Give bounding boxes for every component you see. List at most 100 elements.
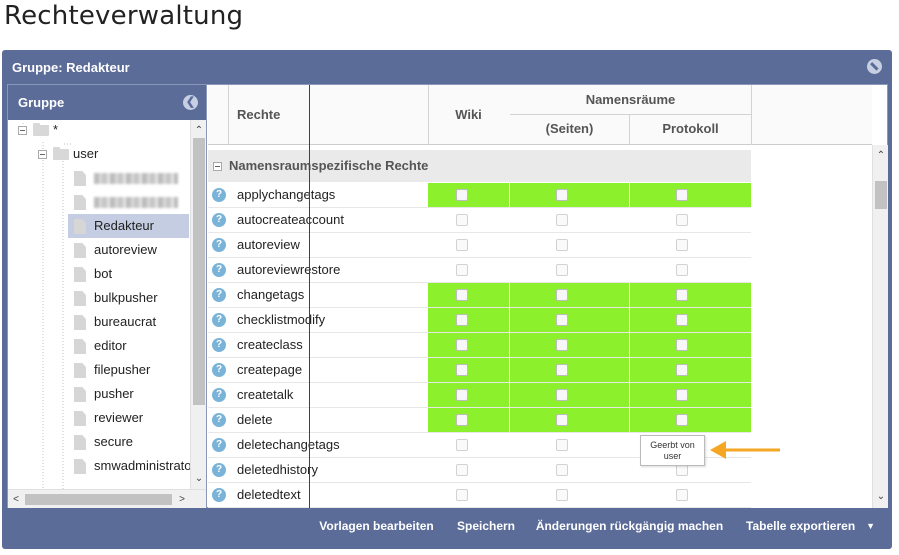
help-icon[interactable]: ? [212,488,226,502]
export-table-button[interactable]: Tabelle exportieren ▼ [737,514,884,538]
tree-toggle-icon[interactable] [38,150,47,159]
help-icon[interactable]: ? [212,438,226,452]
help-icon[interactable]: ? [212,363,226,377]
tree-item[interactable] [8,166,190,190]
permission-checkbox[interactable] [456,489,468,501]
permission-checkbox[interactable] [676,264,688,276]
save-button[interactable]: Speichern [451,514,521,538]
permission-checkbox[interactable] [556,314,568,326]
help-icon[interactable]: ? [212,338,226,352]
permission-checkbox[interactable] [676,414,688,426]
permission-checkbox[interactable] [676,214,688,226]
tree-item[interactable]: bot [8,262,190,286]
permission-checkbox[interactable] [676,489,688,501]
permission-checkbox[interactable] [456,239,468,251]
permission-checkbox[interactable] [556,239,568,251]
permission-checkbox[interactable] [456,389,468,401]
permission-checkbox[interactable] [456,264,468,276]
permission-checkbox[interactable] [556,464,568,476]
permission-checkbox[interactable] [456,214,468,226]
wiki-cell [428,233,509,257]
permission-checkbox[interactable] [456,364,468,376]
grid-vertical-scrollbar[interactable]: ⌃ ⌄ [872,145,888,508]
permission-checkbox[interactable] [676,339,688,351]
permission-checkbox[interactable] [456,314,468,326]
permission-checkbox[interactable] [556,489,568,501]
close-icon[interactable] [867,59,882,74]
permission-checkbox[interactable] [456,339,468,351]
permission-checkbox[interactable] [676,314,688,326]
tree-item[interactable] [8,190,190,214]
help-icon[interactable]: ? [212,313,226,327]
permission-checkbox[interactable] [676,189,688,201]
collapse-group-icon[interactable] [213,162,222,171]
tree-vertical-scrollbar[interactable]: ⌃ ⌄ [190,120,206,489]
pages-cell [510,308,629,332]
permission-checkbox[interactable] [556,364,568,376]
help-icon[interactable]: ? [212,188,226,202]
column-seiten[interactable]: (Seiten) [510,121,629,136]
tree-item-label: Redakteur [94,218,154,233]
column-protokoll[interactable]: Protokoll [630,121,751,136]
permission-checkbox[interactable] [676,289,688,301]
pages-cell [510,483,629,507]
tree-hscroll-thumb[interactable] [25,494,172,505]
pages-cell [510,258,629,282]
help-icon[interactable]: ? [212,388,226,402]
tree-scroll-thumb[interactable] [193,138,205,405]
wiki-cell [428,333,509,357]
permission-checkbox[interactable] [556,264,568,276]
help-icon[interactable]: ? [212,238,226,252]
tree-toggle-icon[interactable] [18,126,27,135]
tree-item[interactable]: smwadministrato [8,454,190,478]
tree-item[interactable]: pusher [8,382,190,406]
help-icon[interactable]: ? [212,463,226,477]
permission-checkbox[interactable] [456,439,468,451]
grid-scroll-up-icon[interactable]: ⌃ [873,149,889,163]
scroll-down-icon[interactable]: ⌄ [191,472,207,486]
permission-checkbox[interactable] [456,189,468,201]
folder-icon [33,123,49,136]
tree-item[interactable]: Redakteur [68,214,189,238]
column-wiki[interactable]: Wiki [428,107,509,122]
collapse-left-icon[interactable]: ❮ [183,95,198,110]
permission-checkbox[interactable] [456,289,468,301]
tree-item[interactable]: filepusher [8,358,190,382]
grid-scroll-down-icon[interactable]: ⌄ [873,490,889,504]
permission-checkbox[interactable] [676,239,688,251]
scroll-right-icon[interactable]: > [174,493,190,507]
help-icon[interactable]: ? [212,288,226,302]
group-row-namespace-rights[interactable]: Namensraumspezifische Rechte [208,150,751,182]
permission-checkbox[interactable] [676,389,688,401]
help-icon[interactable]: ? [212,263,226,277]
tree-item[interactable]: secure [8,430,190,454]
permission-checkbox[interactable] [556,339,568,351]
revert-changes-button[interactable]: Änderungen rückgängig machen [529,514,730,538]
right-name: deletedtext [237,487,301,502]
edit-templates-button[interactable]: Vorlagen bearbeiten [309,514,444,538]
scroll-up-icon[interactable]: ⌃ [191,124,207,138]
permission-checkbox[interactable] [556,414,568,426]
help-icon[interactable]: ? [212,413,226,427]
tree-item[interactable]: editor [8,334,190,358]
help-icon[interactable]: ? [212,213,226,227]
scroll-left-icon[interactable]: < [8,493,24,507]
column-rechte[interactable]: Rechte [237,107,280,122]
tree-item[interactable]: bulkpusher [8,286,190,310]
permission-checkbox[interactable] [556,389,568,401]
permission-checkbox[interactable] [456,414,468,426]
tree-item[interactable]: reviewer [8,406,190,430]
permission-checkbox[interactable] [556,189,568,201]
right-row: ? createclass [208,333,751,358]
tree-horizontal-scrollbar[interactable]: < > [8,489,206,508]
permission-checkbox[interactable] [456,464,468,476]
tree-item[interactable]: * [8,120,190,142]
permission-checkbox[interactable] [556,214,568,226]
permission-checkbox[interactable] [556,289,568,301]
grid-scroll-thumb[interactable] [875,181,887,209]
tree-item[interactable]: bureaucrat [8,310,190,334]
tree-item[interactable]: autoreview [8,238,190,262]
permission-checkbox[interactable] [556,439,568,451]
permission-checkbox[interactable] [676,364,688,376]
tree-item[interactable]: user [8,142,190,166]
